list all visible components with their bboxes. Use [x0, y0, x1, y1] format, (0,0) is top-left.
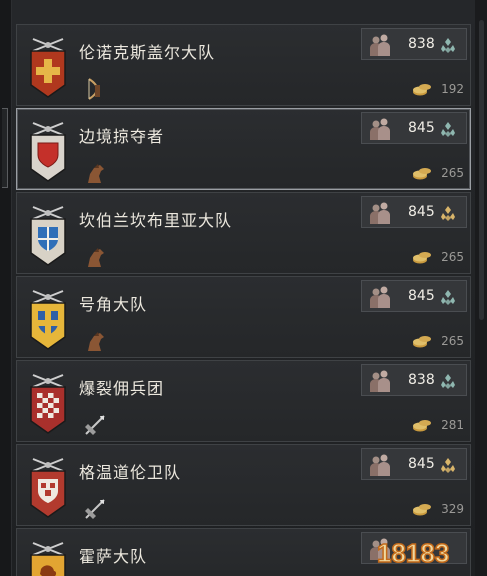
tier-gem-icon: [440, 205, 456, 221]
unit-name: 伦诺克斯盖尔大队: [79, 43, 216, 62]
troop-power-box: 838: [361, 28, 467, 60]
coin-icon: [412, 81, 432, 97]
unit-name: 霍萨大队: [79, 547, 148, 566]
scrollbar[interactable]: [475, 0, 487, 576]
unit-card[interactable]: 格温道伦卫队 845 329: [16, 444, 471, 526]
troop-power-value: 845: [408, 456, 435, 472]
troop-power-box: 845: [361, 196, 467, 228]
tier-gem-icon: [440, 121, 456, 137]
unit-card[interactable]: 伦诺克斯盖尔大队 838 192: [16, 24, 471, 106]
unit-card[interactable]: 号角大队 845 265: [16, 276, 471, 358]
tier-gem-icon: [440, 373, 456, 389]
unit-name: 坎伯兰坎布里亚大队: [79, 211, 233, 230]
unit-banner-icon: [27, 457, 69, 519]
upkeep: 281: [404, 417, 464, 433]
unit-banner-icon: [27, 373, 69, 435]
troop-power-box: 845: [361, 448, 467, 480]
unit-banner-icon: [27, 121, 69, 183]
troops-icon: [368, 200, 392, 226]
unit-name: 边境掠夺者: [79, 127, 165, 146]
unit-selection-panel: 伦诺克斯盖尔大队 838 192 边境掠夺者 845 265 坎伯兰坎布里亚大队 845 265…: [0, 0, 487, 576]
tier-gem-icon: [440, 457, 456, 473]
unit-banner-icon: [27, 541, 69, 576]
watermark-text: 18183: [377, 538, 449, 568]
coin-icon: [412, 417, 432, 433]
upkeep: 265: [404, 165, 464, 181]
upkeep-value: 192: [441, 82, 464, 96]
upkeep: 192: [404, 81, 464, 97]
upkeep: 265: [404, 333, 464, 349]
troops-icon: [368, 452, 392, 478]
troop-power-value: 838: [408, 36, 435, 52]
spear-icon: [83, 497, 107, 521]
troop-power-value: 845: [408, 204, 435, 220]
unit-banner-icon: [27, 205, 69, 267]
upkeep-value: 329: [441, 502, 464, 516]
unit-card[interactable]: 坎伯兰坎布里亚大队 845 265: [16, 192, 471, 274]
spear-icon: [83, 413, 107, 437]
tier-gem-icon: [440, 289, 456, 305]
troops-icon: [368, 284, 392, 310]
troops-icon: [368, 116, 392, 142]
troop-power-value: 845: [408, 120, 435, 136]
upkeep-value: 281: [441, 418, 464, 432]
archer-icon: [83, 77, 107, 101]
troop-power-box: 845: [361, 112, 467, 144]
troop-power-value: 845: [408, 288, 435, 304]
troop-power-box: 845: [361, 280, 467, 312]
cavalry-icon: [83, 329, 107, 353]
unit-name: 号角大队: [79, 295, 148, 314]
coin-icon: [412, 249, 432, 265]
scrollbar-thumb[interactable]: [479, 20, 484, 320]
unit-name: 格温道伦卫队: [79, 463, 182, 482]
troops-icon: [368, 368, 392, 394]
cavalry-icon: [83, 245, 107, 269]
troop-power-box: 838: [361, 364, 467, 396]
watermark-logo: 18183: [373, 536, 473, 570]
upkeep: 265: [404, 249, 464, 265]
unit-name: 爆裂佣兵团: [79, 379, 165, 398]
selection-marker: [2, 108, 8, 188]
unit-card[interactable]: 边境掠夺者 845 265: [16, 108, 471, 190]
troops-icon: [368, 32, 392, 58]
coin-icon: [412, 501, 432, 517]
upkeep-value: 265: [441, 250, 464, 264]
coin-icon: [412, 333, 432, 349]
left-sidebar-edge: [0, 0, 12, 576]
cavalry-icon: [83, 161, 107, 185]
troop-power-value: 838: [408, 372, 435, 388]
unit-card[interactable]: 爆裂佣兵团 838 281: [16, 360, 471, 442]
upkeep: 329: [404, 501, 464, 517]
tier-gem-icon: [440, 37, 456, 53]
upkeep-value: 265: [441, 334, 464, 348]
unit-banner-icon: [27, 289, 69, 351]
unit-list: 伦诺克斯盖尔大队 838 192 边境掠夺者 845 265 坎伯兰坎布里亚大队 845 265…: [16, 24, 471, 576]
upkeep-value: 265: [441, 166, 464, 180]
coin-icon: [412, 165, 432, 181]
unit-banner-icon: [27, 37, 69, 99]
